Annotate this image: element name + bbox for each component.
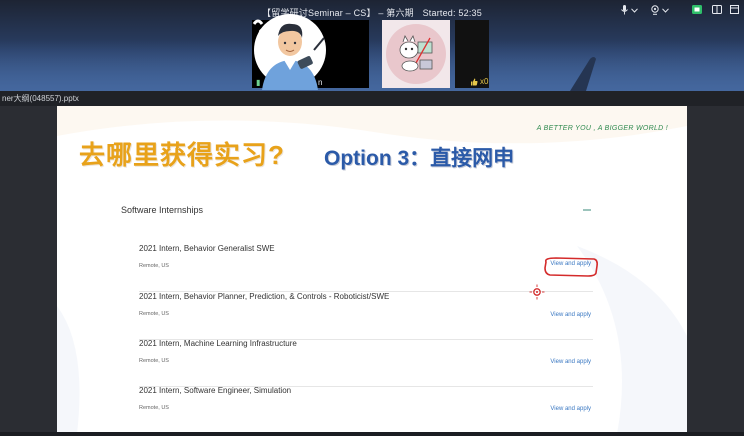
job-row: 2021 Intern, Machine Learning Infrastruc… <box>139 339 593 387</box>
reaction-count: x0 <box>480 77 489 86</box>
layout-button[interactable] <box>712 5 722 14</box>
meeting-top-bar: 【留学研讨Seminar – CS】 – 第六期 Started: 52:35 <box>0 0 744 91</box>
window-icon <box>730 5 739 14</box>
job-row: 2021 Intern, Behavior Planner, Predictio… <box>139 292 593 340</box>
job-title: 2021 Intern, Software Engineer, Simulati… <box>139 386 292 395</box>
job-location: Remote, US <box>139 358 169 364</box>
section-title: Software Internships <box>121 205 204 215</box>
job-location: Remote, US <box>139 405 169 411</box>
bottom-strip <box>0 432 744 436</box>
option-heading: Option 3：直接网申 <box>324 147 515 170</box>
view-and-apply-link[interactable]: View and apply <box>550 312 591 318</box>
chevron-down-icon <box>662 7 669 13</box>
started-time: 52:35 <box>458 8 482 18</box>
slide-canvas: A BETTER YOU , A BIGGER WORLD ! 去哪里获得实习?… <box>57 106 687 434</box>
microphone-icon <box>621 5 628 15</box>
view-and-apply-link[interactable]: View and apply <box>550 359 591 365</box>
chevron-down-icon <box>631 7 638 13</box>
webcam-icon <box>651 5 659 15</box>
more-button[interactable] <box>730 5 739 14</box>
cartoon-avatar-icon <box>386 24 446 84</box>
job-location: Remote, US <box>139 311 169 317</box>
slogan: A BETTER YOU , A BIGGER WORLD ! <box>536 125 668 132</box>
file-name: ner大纲(048557).pptx <box>2 94 79 103</box>
grid-icon <box>712 5 722 14</box>
file-title-bar: ner大纲(048557).pptx <box>0 91 744 106</box>
camera-control[interactable] <box>650 5 669 15</box>
pointer-icon <box>529 284 545 300</box>
annotation-circle <box>544 257 598 277</box>
slide-heading: 去哪里获得实习? <box>79 140 285 170</box>
software-internships-section: Software Internships <box>121 205 593 215</box>
reaction-counter: x0 <box>470 77 488 86</box>
job-location: Remote, US <box>139 263 169 269</box>
job-title: 2021 Intern, Behavior Planner, Predictio… <box>139 292 390 301</box>
participant-avatar-tile[interactable] <box>382 20 450 88</box>
screen-share-icon <box>692 5 702 14</box>
view-and-apply-link[interactable]: View and apply <box>550 406 591 412</box>
background-sky <box>0 40 744 91</box>
mic-status-icon: ▮ <box>256 78 261 87</box>
microphone-control[interactable] <box>620 5 638 15</box>
minus-icon[interactable] <box>581 204 593 216</box>
share-button[interactable] <box>692 5 702 14</box>
tile-name-fragment: n <box>318 78 323 87</box>
job-title: 2021 Intern, Machine Learning Infrastruc… <box>139 339 297 348</box>
thumbs-up-icon <box>471 78 478 85</box>
job-title: 2021 Intern, Behavior Generalist SWE <box>139 244 275 253</box>
started-label: Started: <box>422 8 456 18</box>
job-row: 2021 Intern, Software Engineer, Simulati… <box>139 386 593 433</box>
job-row: 2021 Intern, Behavior Generalist SWE Rem… <box>139 244 593 292</box>
airplane-wing-background <box>570 57 596 91</box>
